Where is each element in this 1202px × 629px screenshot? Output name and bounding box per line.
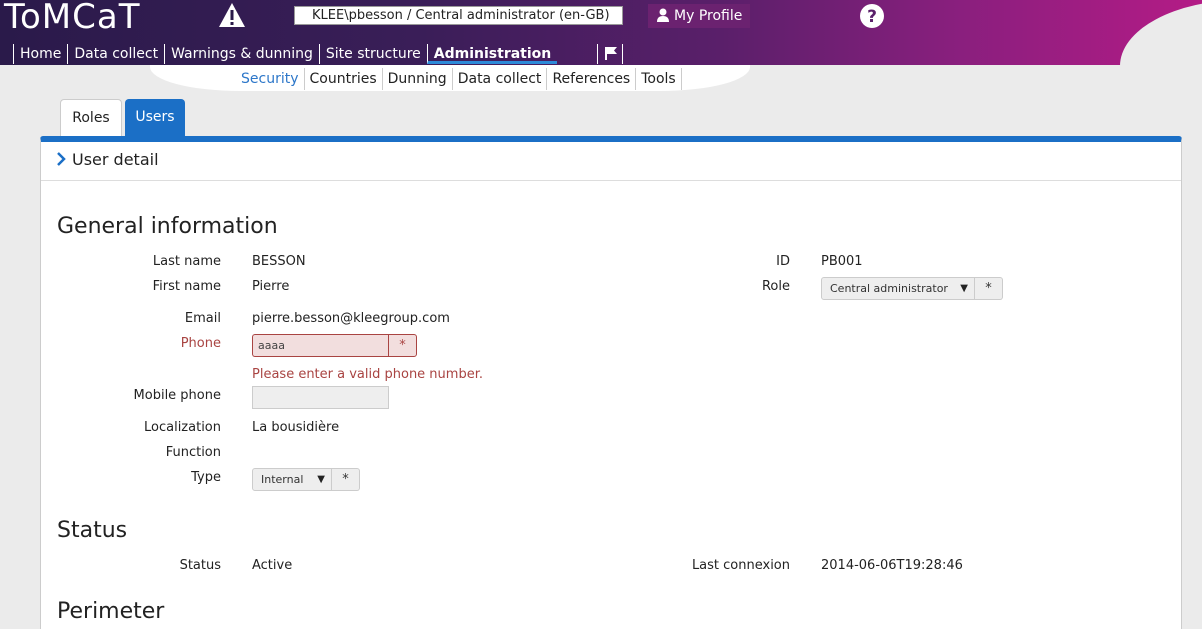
app-logo[interactable]: ToMCaT: [4, 0, 140, 37]
role-select-value: Central administrator: [830, 282, 948, 295]
role-label: Role: [761, 279, 790, 294]
first-name-label: First name: [152, 279, 221, 294]
type-label: Type: [191, 470, 221, 485]
subnav-data-collect[interactable]: Data collect: [453, 68, 548, 90]
tab-roles[interactable]: Roles: [60, 99, 122, 136]
subnav-tools[interactable]: Tools: [636, 68, 682, 90]
first-name-value: Pierre: [252, 279, 290, 294]
phone-required-marker: *: [388, 334, 417, 357]
status-label: Status: [179, 558, 221, 573]
email-value: pierre.besson@kleegroup.com: [252, 311, 450, 326]
mobile-phone-label: Mobile phone: [133, 388, 221, 403]
id-value: PB001: [821, 254, 863, 269]
phone-error-message: Please enter a valid phone number.: [252, 367, 483, 382]
phone-input[interactable]: aaaa: [252, 334, 388, 357]
function-label: Function: [165, 445, 221, 460]
localization-label: Localization: [144, 420, 221, 435]
localization-value: La bousidière: [252, 420, 340, 435]
subnav-security[interactable]: Security: [236, 68, 305, 90]
warning-icon[interactable]: [218, 2, 246, 28]
email-label: Email: [184, 311, 221, 326]
nav-flag[interactable]: [597, 44, 623, 64]
panel-title: User detail: [72, 150, 159, 169]
subnav-references[interactable]: References: [547, 68, 637, 90]
id-label: ID: [776, 254, 790, 269]
flag-icon: [605, 47, 617, 60]
nav-warnings-dunning[interactable]: Warnings & dunning: [164, 44, 319, 64]
section-status-title: Status: [57, 518, 128, 543]
sub-nav: Security Countries Dunning Data collect …: [236, 68, 682, 90]
caret-down-icon: ▼: [317, 474, 325, 485]
user-icon: [657, 8, 669, 22]
nav-home[interactable]: Home: [13, 44, 67, 64]
panel-header[interactable]: User detail: [41, 142, 1181, 181]
svg-text:?: ?: [867, 7, 877, 27]
section-general-title: General information: [57, 214, 278, 239]
tab-users[interactable]: Users: [125, 99, 185, 136]
my-profile-button[interactable]: My Profile: [648, 4, 750, 28]
help-icon[interactable]: ?: [859, 3, 885, 29]
chevron-right-icon: [57, 152, 66, 166]
subnav-countries[interactable]: Countries: [305, 68, 383, 90]
last-name-label: Last name: [152, 254, 221, 269]
nav-site-structure[interactable]: Site structure: [318, 44, 427, 64]
main-nav: Home Data collect Warnings & dunning Sit…: [0, 44, 558, 65]
last-connexion-label: Last connexion: [691, 558, 790, 573]
user-detail-panel: User detail: [40, 136, 1182, 629]
type-required-marker: *: [332, 468, 360, 491]
status-value: Active: [252, 558, 293, 573]
caret-down-icon: ▼: [960, 283, 968, 294]
nav-administration[interactable]: Administration: [426, 44, 558, 64]
nav-data-collect[interactable]: Data collect: [67, 44, 164, 64]
last-name-value: BESSON: [252, 254, 306, 269]
mobile-phone-input[interactable]: [252, 386, 389, 409]
type-select[interactable]: Internal ▼: [252, 468, 332, 491]
subnav-dunning[interactable]: Dunning: [383, 68, 453, 90]
header-decoration: [1120, 0, 1202, 66]
app-header: ToMCaT KLEE\pbesson / Central administra…: [0, 0, 1202, 66]
phone-label: Phone: [180, 336, 221, 351]
last-connexion-value: 2014-06-06T19:28:46: [821, 558, 963, 573]
user-context-field[interactable]: KLEE\pbesson / Central administrator (en…: [294, 6, 623, 25]
role-select[interactable]: Central administrator ▼: [821, 277, 975, 300]
my-profile-label: My Profile: [674, 8, 743, 24]
type-select-value: Internal: [261, 473, 304, 486]
role-required-marker: *: [975, 277, 1003, 300]
section-perimeter-title: Perimeter: [57, 599, 165, 624]
